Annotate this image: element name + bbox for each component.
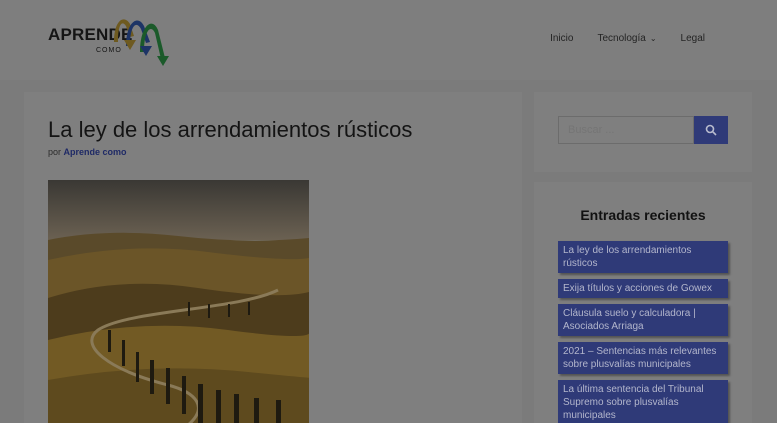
search-input[interactable] (558, 116, 694, 144)
recent-post-link[interactable]: La última sentencia del Tribunal Supremo… (558, 380, 728, 423)
nav-label: Legal (680, 33, 705, 44)
recent-posts-widget: Entradas recientes La ley de los arrenda… (534, 182, 752, 423)
byline-prefix: por (48, 147, 62, 157)
site-logo[interactable]: APRENDE COMO (48, 12, 173, 68)
recent-posts-heading: Entradas recientes (580, 207, 706, 223)
featured-image (48, 180, 309, 423)
search-icon (705, 124, 717, 136)
author-link[interactable]: Aprende como (64, 147, 127, 157)
logo-arrows-icon (114, 19, 169, 66)
recent-posts-list: La ley de los arrendamientos rústicos Ex… (558, 241, 728, 423)
recent-post-link[interactable]: 2021 – Sentencias más relevantes sobre p… (558, 342, 728, 374)
nav-label: Inicio (550, 33, 574, 44)
recent-post-link[interactable]: Exija títulos y acciones de Gowex (558, 279, 728, 298)
search-button[interactable] (694, 116, 728, 144)
post-title: La ley de los arrendamientos rústicos (48, 117, 413, 142)
nav-item-legal[interactable]: Legal (669, 33, 717, 44)
site-header: APRENDE COMO Inicio Tecnología ⌄ Legal (0, 0, 777, 80)
article-card: La ley de los arrendamientos rústicos po… (24, 92, 522, 423)
recent-post-link[interactable]: Cláusula suelo y calculadora | Asociados… (558, 304, 728, 336)
nav-item-tecnologia[interactable]: Tecnología ⌄ (585, 33, 668, 44)
landscape-image (48, 180, 309, 423)
chevron-down-icon: ⌄ (649, 34, 657, 43)
nav-label: Tecnología (597, 33, 646, 44)
nav-item-inicio[interactable]: Inicio (538, 33, 585, 44)
post-byline: por Aprende como (48, 147, 127, 157)
main-navigation: Inicio Tecnología ⌄ Legal (538, 33, 717, 44)
recent-post-link[interactable]: La ley de los arrendamientos rústicos (558, 241, 728, 273)
search-widget (534, 92, 752, 172)
